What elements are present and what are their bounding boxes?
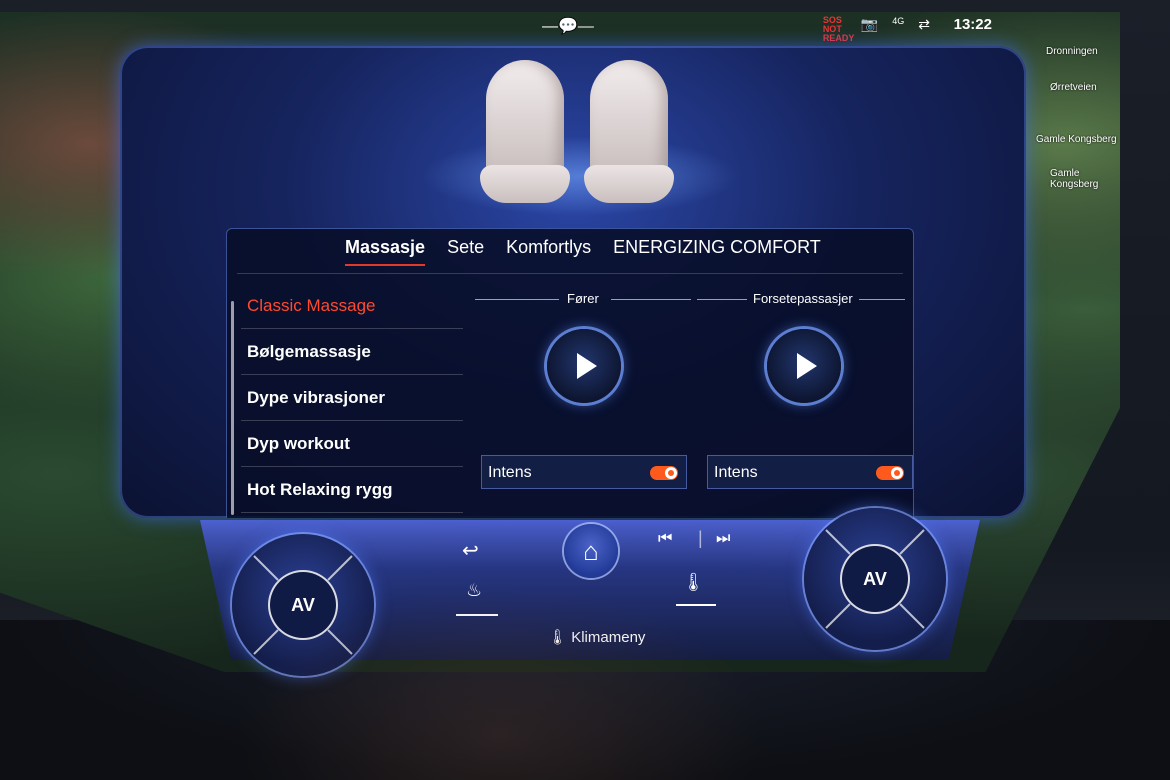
home-icon: ⌂ — [583, 536, 599, 566]
climate-menu-label: Klimameny — [571, 629, 646, 646]
right-climate-dial[interactable]: AV — [804, 508, 946, 650]
tab-bar: Massasje Sete Komfortlys ENERGIZING COMF… — [345, 237, 821, 266]
seat-comfort-panel: Massasje Sete Komfortlys ENERGIZING COMF… — [120, 46, 1026, 518]
map-label: Gamle Kongsberg — [1050, 168, 1099, 190]
divider — [475, 299, 559, 300]
program-list: Classic Massage Bølgemassasje Dype vibra… — [241, 283, 463, 513]
climate-timer-indicator — [676, 604, 716, 606]
climate-menu-button[interactable]: 🌡 Klimameny — [548, 628, 645, 646]
clock: 13:22 — [953, 16, 992, 33]
passenger-intens-label: Intens — [714, 464, 758, 481]
driver-seat-image — [480, 60, 570, 203]
passenger-intens-toggle[interactable] — [876, 466, 904, 480]
seat-heating-icon[interactable]: ♨ — [466, 580, 482, 601]
connectivity-icon: ⇄ — [918, 16, 930, 32]
passenger-play-button[interactable] — [767, 329, 841, 403]
tab-energizing-comfort[interactable]: ENERGIZING COMFORT — [613, 237, 821, 266]
previous-track-icon[interactable]: ⏮ — [658, 530, 672, 548]
divider — [697, 299, 747, 300]
map-label: Gamle Kongsberg — [1036, 134, 1117, 145]
home-button[interactable]: ⌂ — [564, 524, 618, 578]
seat-heating-indicator — [456, 614, 498, 616]
media-divider: | — [698, 528, 703, 548]
signal-icon: 4G — [892, 16, 905, 26]
program-item-dype-vibrasjoner[interactable]: Dype vibrasjoner — [241, 375, 463, 421]
status-icons: SOS NOT READY 📷 4G ⇄ — [823, 16, 930, 43]
tab-komfortlys[interactable]: Komfortlys — [506, 237, 591, 266]
passenger-heading: Forsetepassasjer — [753, 291, 853, 306]
tab-divider — [237, 273, 903, 274]
sos-status-badge: SOS NOT READY — [822, 15, 855, 43]
driver-intens-label: Intens — [488, 464, 532, 481]
next-track-icon[interactable]: ⏭ — [716, 530, 730, 548]
driver-intens-toggle[interactable] — [650, 466, 678, 480]
massage-menu: Massasje Sete Komfortlys ENERGIZING COMF… — [226, 228, 914, 518]
program-item-classic-massage[interactable]: Classic Massage — [241, 283, 463, 329]
back-icon[interactable]: ↩ — [462, 538, 479, 563]
toggle-dot — [668, 470, 674, 476]
thermometer-icon: 🌡 — [548, 629, 568, 646]
left-dial-value: AV — [268, 570, 338, 640]
driver-intens-row: Intens — [481, 455, 687, 489]
list-scrollbar[interactable] — [231, 301, 234, 515]
tab-sete[interactable]: Sete — [447, 237, 484, 266]
divider — [859, 299, 905, 300]
program-item-dyp-workout[interactable]: Dyp workout — [241, 421, 463, 467]
right-dial-value: AV — [840, 544, 910, 614]
passenger-intens-row: Intens — [707, 455, 913, 489]
program-item-hot-relaxing-rygg[interactable]: Hot Relaxing rygg — [241, 467, 463, 513]
driver-heading: Fører — [567, 291, 599, 306]
toggle-dot — [894, 470, 900, 476]
passenger-seat-image — [584, 60, 674, 203]
status-bar: —💬— SOS NOT READY 📷 4G ⇄ 13:22 — [0, 12, 1120, 43]
camera-icon[interactable]: 📷 — [861, 16, 878, 43]
divider — [611, 299, 691, 300]
program-item-bolgemassasje[interactable]: Bølgemassasje — [241, 329, 463, 375]
map-label: Dronningen — [1046, 46, 1098, 57]
notification-icon[interactable]: —💬— — [542, 16, 594, 36]
seat-stage-glow — [420, 136, 740, 216]
driver-play-button[interactable] — [547, 329, 621, 403]
left-climate-dial[interactable]: AV — [232, 534, 374, 676]
map-label: Ørretveien — [1050, 82, 1097, 93]
climate-timer-icon[interactable]: 🌡 — [682, 572, 705, 593]
tab-massasje[interactable]: Massasje — [345, 237, 426, 266]
